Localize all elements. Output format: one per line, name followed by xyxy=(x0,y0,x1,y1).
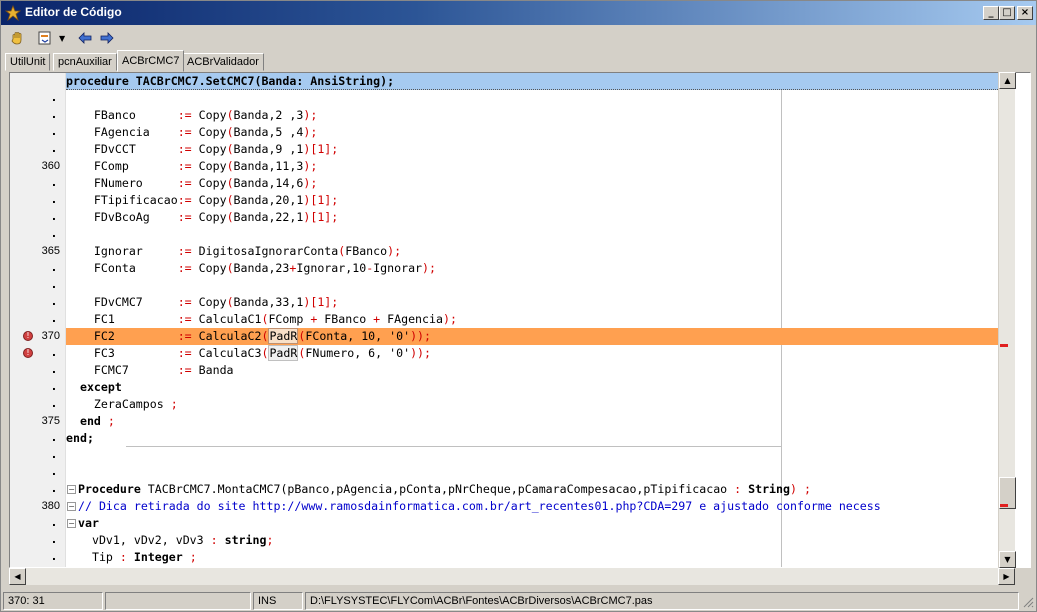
code-line[interactable]: FBanco := Copy(Banda,2 ,3); xyxy=(66,107,998,124)
hand-tool-button[interactable] xyxy=(7,28,27,48)
tab-utilunit[interactable]: UtilUnit xyxy=(5,53,51,71)
app-icon xyxy=(5,5,21,21)
insert-mode: INS xyxy=(253,592,303,610)
dropdown-tool-button[interactable] xyxy=(35,28,55,48)
code-line[interactable]: var xyxy=(66,515,998,532)
dropdown-arrow-icon[interactable]: ▼ xyxy=(59,34,65,43)
code-line[interactable]: FDvCMC7 := Copy(Banda,33,1)[1]; xyxy=(66,294,998,311)
line-dot: . xyxy=(51,380,57,393)
fold-toggle-icon[interactable]: − xyxy=(67,502,76,511)
error-marker[interactable] xyxy=(1000,344,1008,347)
minimize-icon: _ xyxy=(988,7,994,18)
file-tabs: UtilUnit pcnAuxiliar ACBrCMC7 ACBrValida… xyxy=(1,50,1036,72)
code-line[interactable]: ZeraCampos ; xyxy=(66,396,998,413)
line-dot: . xyxy=(51,142,57,155)
line-dot: . xyxy=(51,431,57,444)
current-code-line[interactable]: FC2 := CalculaC2(PadR(FConta, 10, '0')); xyxy=(66,328,998,345)
line-number: 365 xyxy=(41,245,60,257)
maximize-button[interactable]: □ xyxy=(999,6,1015,20)
status-bar: 370: 31 INS D:\FLYSYSTEC\FLYCom\ACBr\Fon… xyxy=(1,591,1036,611)
tab-pcnauxiliar[interactable]: pcnAuxiliar xyxy=(53,53,117,71)
close-button[interactable]: × xyxy=(1017,6,1033,20)
line-dot: . xyxy=(51,295,57,308)
code-line[interactable]: FCMC7 := Banda xyxy=(66,362,998,379)
line-dot: . xyxy=(51,448,57,461)
breakpoint-icon[interactable]: ! xyxy=(23,331,33,341)
file-path: D:\FLYSYSTEC\FLYCom\ACBr\Fontes\ACBrDive… xyxy=(305,592,1019,610)
code-line[interactable]: FTipificacao:= Copy(Banda,20,1)[1]; xyxy=(66,192,998,209)
line-dot: . xyxy=(51,278,57,291)
code-line[interactable]: vDv1, vDv2, vDv3 : string; xyxy=(66,532,998,549)
line-dot: . xyxy=(51,227,57,240)
code-line[interactable]: FDvCCT := Copy(Banda,9 ,1)[1]; xyxy=(66,141,998,158)
code-editor-window: Editor de Código _ □ × ▼ UtilUnit pcnAux… xyxy=(0,0,1037,612)
cursor-position: 370: 31 xyxy=(3,592,103,610)
code-line[interactable]: Ignorar := DigitosaIgnorarConta(FBanco); xyxy=(66,243,998,260)
code-line[interactable]: FDvBcoAg := Copy(Banda,22,1)[1]; xyxy=(66,209,998,226)
code-area[interactable]: procedure TACBrCMC7.SetCMC7(Banda: AnsiS… xyxy=(66,73,998,567)
fold-toggle-icon[interactable]: − xyxy=(67,485,76,494)
code-line[interactable]: end; xyxy=(66,430,998,447)
code-line[interactable]: Tip : Integer ; xyxy=(66,549,998,566)
code-line[interactable]: FC1 := CalculaC1(FComp + FBanco + FAgenc… xyxy=(66,311,998,328)
line-dot: . xyxy=(51,346,57,359)
scroll-left-button[interactable]: ◀ xyxy=(9,568,26,585)
horizontal-scrollbar[interactable]: ◀ ▶ xyxy=(9,568,1015,585)
line-dot: . xyxy=(51,261,57,274)
line-dot: . xyxy=(51,363,57,376)
close-icon: × xyxy=(1020,7,1030,18)
code-line[interactable]: except xyxy=(66,379,998,396)
line-dot: . xyxy=(51,533,57,546)
vertical-scrollbar[interactable]: ▲ ▼ xyxy=(998,72,1016,568)
code-line[interactable]: FConta := Copy(Banda,23+Ignorar,10-Ignor… xyxy=(66,260,998,277)
back-button[interactable] xyxy=(75,28,95,48)
line-dot: . xyxy=(51,550,57,563)
code-line[interactable]: procedure TACBrCMC7.SetCMC7(Banda: AnsiS… xyxy=(66,73,998,90)
hand-icon xyxy=(11,32,22,45)
line-number: 370 xyxy=(41,330,60,342)
forward-arrow-icon xyxy=(100,32,114,44)
minimize-button[interactable]: _ xyxy=(983,6,999,20)
error-marker[interactable] xyxy=(1000,504,1008,507)
breakpoint-icon[interactable]: ! xyxy=(23,348,33,358)
line-dot: . xyxy=(51,193,57,206)
code-line[interactable]: end ; xyxy=(66,413,998,430)
code-line[interactable]: FNumero := Copy(Banda,14,6); xyxy=(66,175,998,192)
line-dot: . xyxy=(51,397,57,410)
code-line[interactable]: FC3 := CalculaC3(PadR(FNumero, 6, '0')); xyxy=(66,345,998,362)
line-number: 380 xyxy=(41,500,60,512)
code-line[interactable]: FComp := Copy(Banda,11,3); xyxy=(66,158,998,175)
code-line[interactable]: FAgencia := Copy(Banda,5 ,4); xyxy=(66,124,998,141)
line-dot: . xyxy=(51,465,57,478)
title-bar: Editor de Código _ □ × xyxy=(1,1,1036,25)
back-arrow-icon xyxy=(78,32,92,44)
line-number-gutter: .... 360.... 365.... 370.... 375.... 380...!! xyxy=(10,73,66,567)
line-dot: . xyxy=(51,516,57,529)
line-dot: . xyxy=(51,482,57,495)
line-dot: . xyxy=(51,108,57,121)
scroll-up-button[interactable]: ▲ xyxy=(999,72,1016,89)
resize-grip-icon[interactable] xyxy=(1021,595,1034,609)
tab-acbrcmc7[interactable]: ACBrCMC7 xyxy=(117,50,185,72)
code-line[interactable]: Procedure TACBrCMC7.MontaCMC7(pBanco,pAg… xyxy=(66,481,998,498)
maximize-icon: □ xyxy=(1002,7,1012,18)
code-editor[interactable]: .... 360.... 365.... 370.... 375.... 380...!!… xyxy=(9,72,1031,568)
forward-button[interactable] xyxy=(97,28,117,48)
line-dot: . xyxy=(51,91,57,104)
code-line[interactable]: // Dica retirada do site http://www.ramo… xyxy=(66,498,998,515)
line-number: 375 xyxy=(41,415,60,427)
line-dot: . xyxy=(51,312,57,325)
fold-toggle-icon[interactable]: − xyxy=(67,519,76,528)
status-panel-empty xyxy=(105,592,251,610)
tab-acbrvalidador[interactable]: ACBrValidador xyxy=(182,53,264,71)
scroll-right-button[interactable]: ▶ xyxy=(998,568,1015,585)
line-dot: . xyxy=(51,210,57,223)
dropdown-icon xyxy=(38,31,51,45)
scroll-down-button[interactable]: ▼ xyxy=(999,551,1016,568)
toolbar: ▼ xyxy=(1,26,1036,50)
line-dot: . xyxy=(51,176,57,189)
line-number: 360 xyxy=(41,160,60,172)
line-dot: . xyxy=(51,125,57,138)
window-title: Editor de Código xyxy=(25,5,122,19)
